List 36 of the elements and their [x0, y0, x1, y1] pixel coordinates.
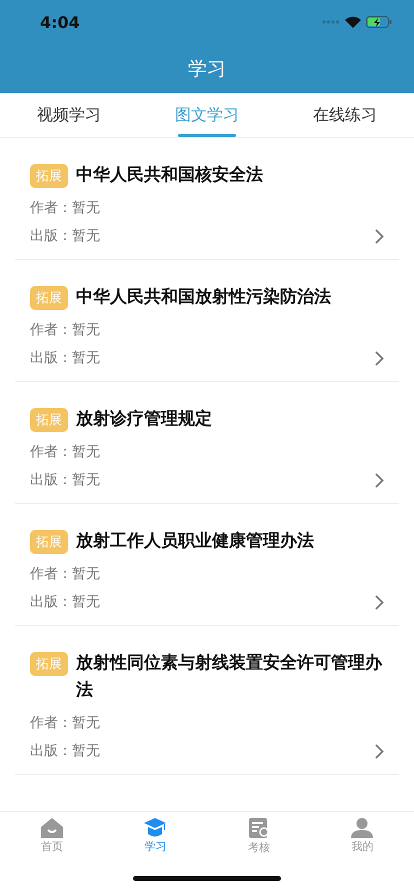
tag-badge: 拓展 — [30, 408, 68, 432]
tag-badge: 拓展 — [30, 164, 68, 188]
article-title[interactable]: 放射诊疗管理规定 — [76, 406, 212, 433]
article-title[interactable]: 中华人民共和国放射性污染防治法 — [76, 284, 331, 311]
page-title: 学习 — [188, 56, 226, 82]
house-icon — [40, 818, 63, 838]
tab[interactable]: 在线练习 — [276, 93, 414, 137]
battery-icon — [366, 16, 392, 28]
publisher-text: 出版：暂无 — [30, 471, 100, 489]
wifi-icon — [345, 16, 361, 28]
article-title[interactable]: 放射工作人员职业健康管理办法 — [76, 528, 314, 555]
publisher-text: 出版：暂无 — [30, 742, 100, 760]
author-text: 作者：暂无 — [30, 565, 101, 583]
article-title[interactable]: 中华人民共和国核安全法 — [76, 162, 263, 189]
article-title[interactable]: 放射性同位素与射线装置安全许可管理办法 — [76, 650, 384, 704]
author-text: 作者：暂无 — [30, 714, 101, 732]
chevron-right-icon[interactable] — [375, 472, 384, 488]
publisher-text: 出版：暂无 — [30, 349, 100, 367]
chevron-right-icon[interactable] — [375, 228, 384, 244]
chevron-right-icon[interactable] — [375, 744, 384, 758]
author-text: 作者：暂无 — [30, 199, 101, 217]
tab[interactable]: 视频学习 — [0, 93, 138, 137]
author-text: 作者：暂无 — [30, 321, 101, 339]
tag-badge: 拓展 — [30, 652, 68, 676]
author-text: 作者：暂无 — [30, 443, 101, 461]
signal-icon — [322, 20, 340, 24]
tag-badge: 拓展 — [30, 286, 68, 310]
tag-badge: 拓展 — [30, 530, 68, 554]
publisher-text: 出版：暂无 — [30, 227, 100, 245]
status-time: 4:04 — [40, 12, 80, 32]
publisher-text: 出版：暂无 — [30, 593, 100, 611]
certificate-icon — [248, 818, 270, 838]
graduation-cap-icon — [144, 818, 166, 838]
chevron-right-icon[interactable] — [375, 350, 384, 366]
chevron-right-icon[interactable] — [375, 594, 384, 610]
person-icon — [351, 818, 374, 838]
